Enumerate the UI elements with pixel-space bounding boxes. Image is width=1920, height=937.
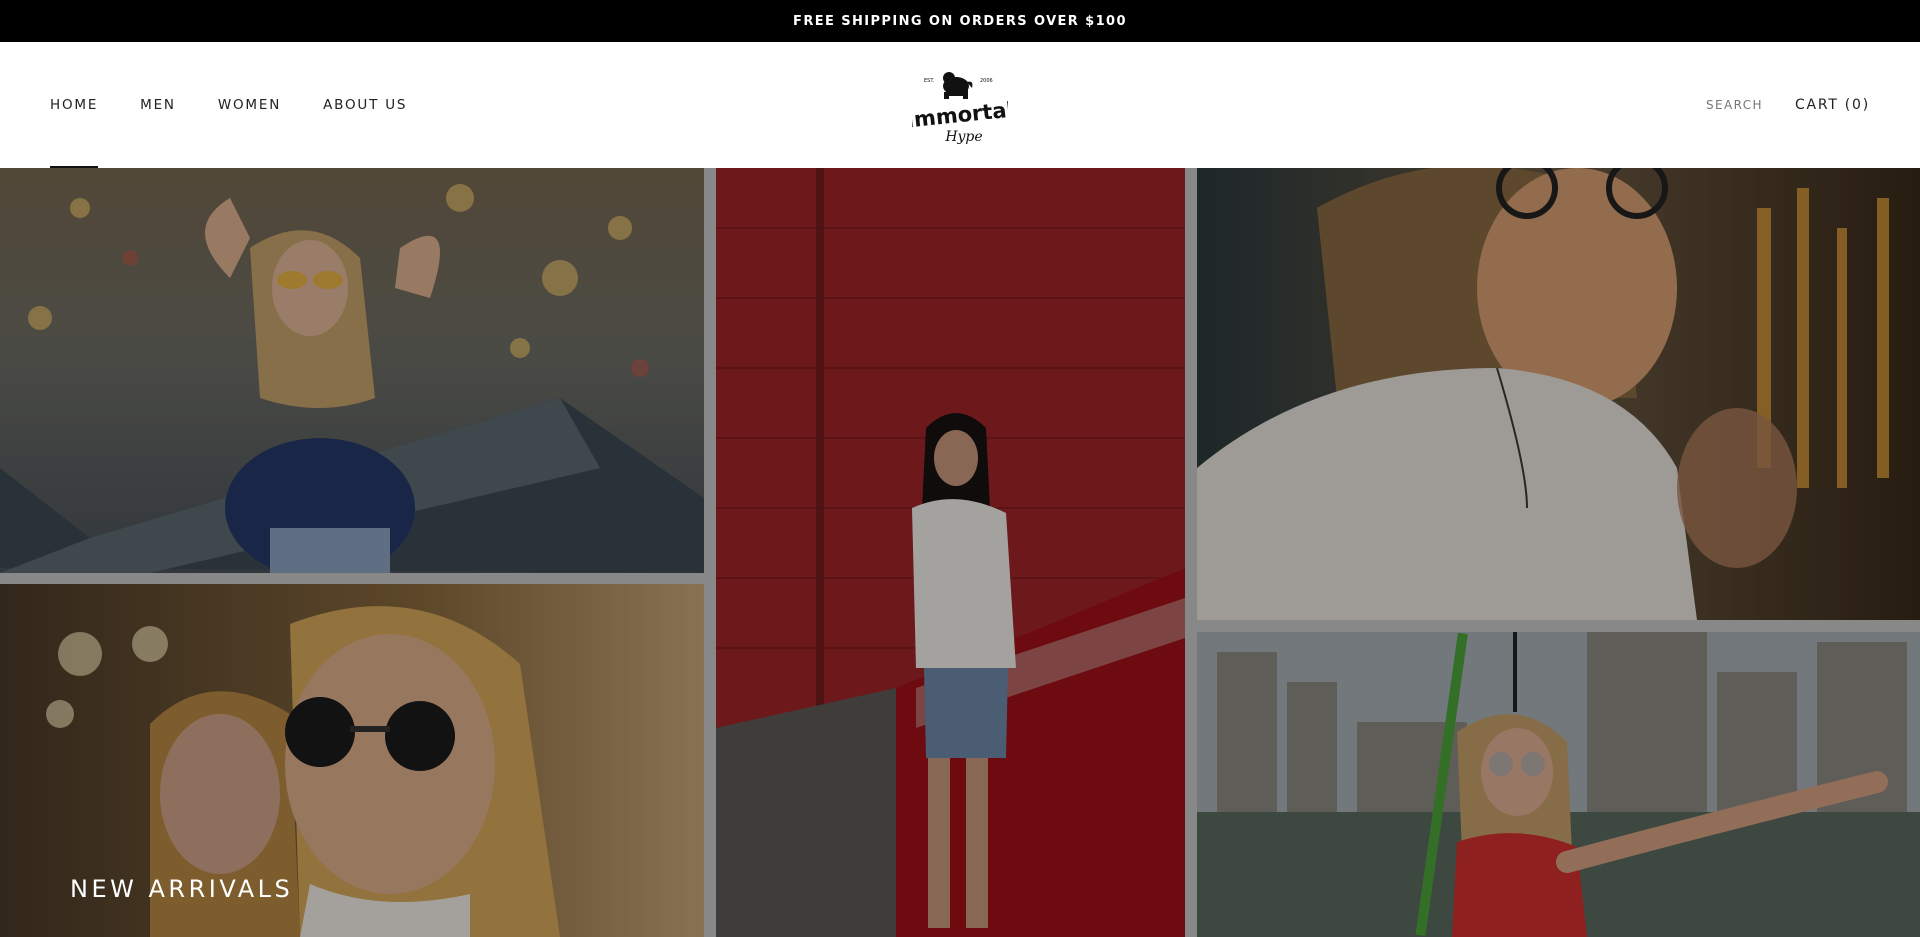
cart-count: (0) [1844, 97, 1870, 113]
logo-script: Hype [944, 129, 982, 145]
logo-graphic: EST. 2006 Immortal Hype [912, 72, 1008, 145]
main-nav: HOME MEN WOMEN ABOUT US [50, 42, 449, 168]
nav-about-us[interactable]: ABOUT US [323, 42, 407, 168]
announcement-text: FREE SHIPPING ON ORDERS OVER $100 [793, 13, 1127, 29]
announcement-bar: FREE SHIPPING ON ORDERS OVER $100 [0, 0, 1920, 42]
logo-wordmark: Immortal [912, 97, 1008, 132]
hero-collage: NEW ARRIVALS [0, 168, 1920, 937]
cart-link[interactable]: CART (0) [1795, 97, 1870, 113]
cart-label: CART [1794, 97, 1839, 113]
photo-woman-pointing-city[interactable] [1197, 632, 1920, 937]
nav-home[interactable]: HOME [50, 42, 99, 168]
nav-men[interactable]: MEN [140, 42, 176, 168]
bulldog-icon [943, 72, 973, 99]
photo-man-necklace-sunset[interactable] [1197, 168, 1920, 620]
search-link[interactable]: SEARCH [1706, 98, 1763, 112]
photo-woman-red-wall[interactable] [716, 168, 1185, 937]
new-arrivals-link[interactable]: NEW ARRIVALS [70, 875, 293, 903]
logo-year: 2006 [980, 78, 993, 84]
photo-woman-yellow-sunglasses[interactable] [0, 168, 704, 573]
nav-women[interactable]: WOMEN [218, 42, 281, 168]
site-header: HOME MEN WOMEN ABOUT US EST. 2006 Immort… [0, 42, 1920, 168]
header-actions: SEARCH CART (0) [1706, 42, 1870, 168]
brand-logo[interactable]: EST. 2006 Immortal Hype [912, 66, 1008, 148]
logo-est: EST. [924, 78, 935, 84]
